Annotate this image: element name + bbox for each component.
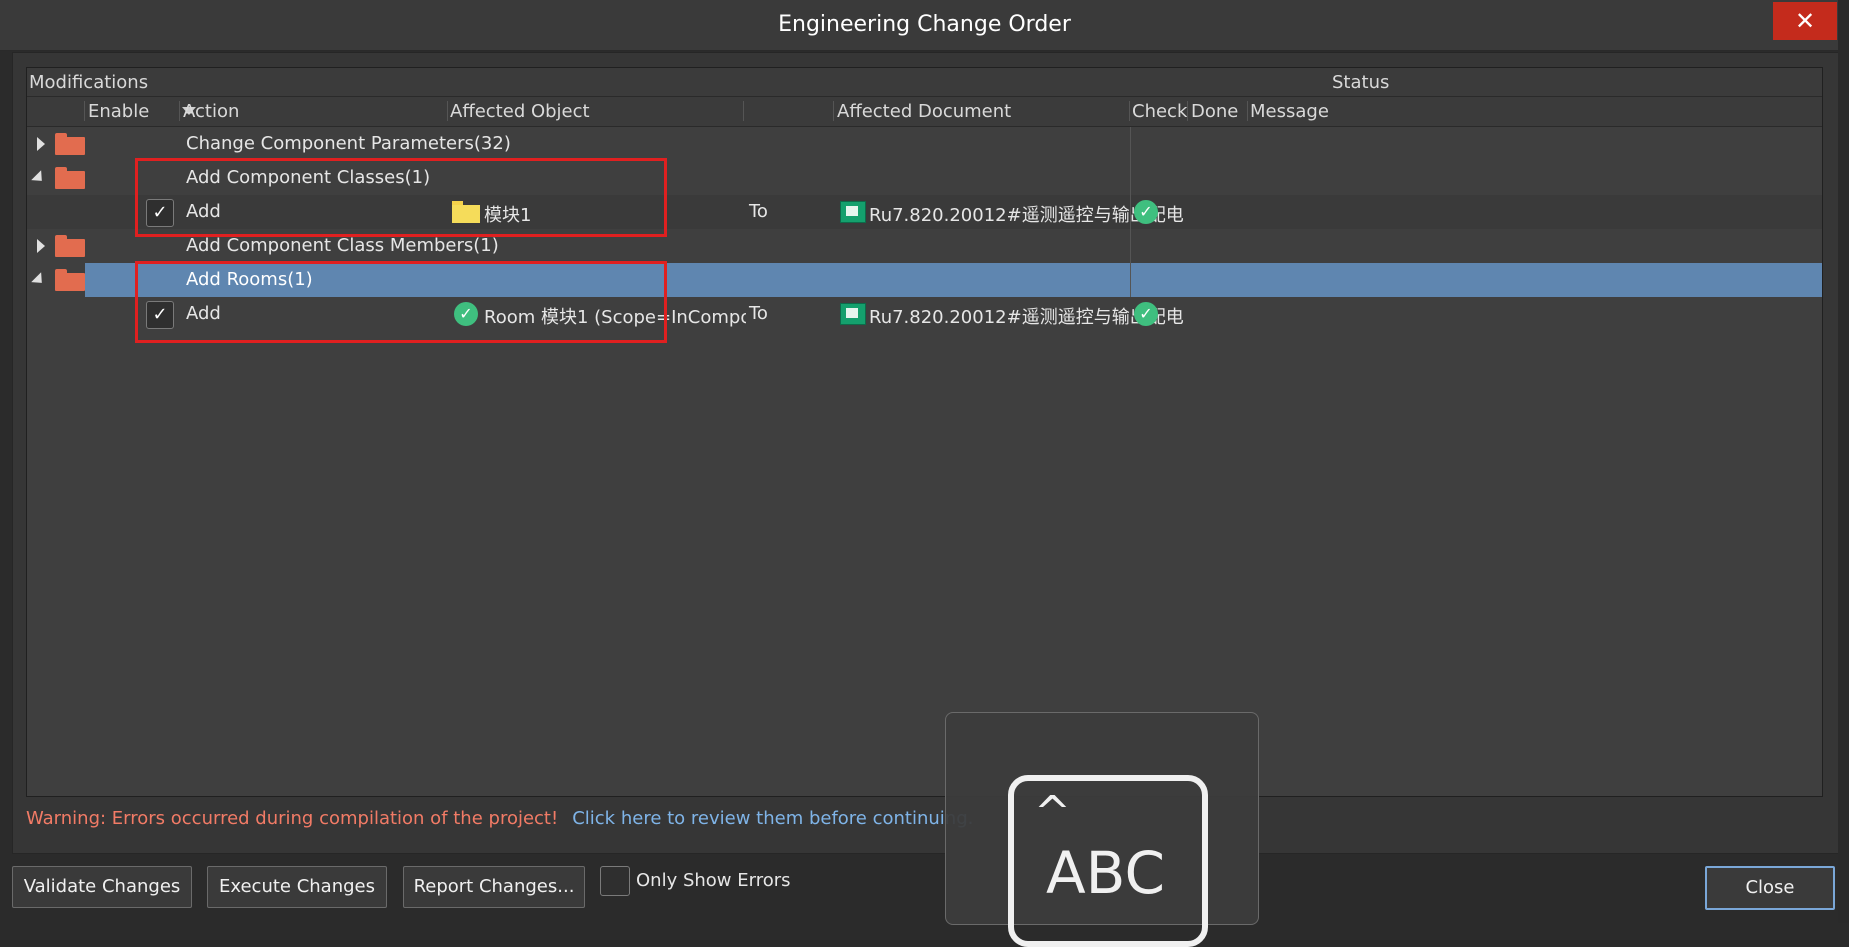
abc-text: ABC (1046, 839, 1165, 907)
status-divider (1130, 127, 1131, 297)
right-edge-strip (1838, 0, 1849, 923)
collapse-arrow-icon[interactable] (31, 170, 47, 186)
warning-text: Warning: Errors occurred during compilat… (26, 808, 559, 829)
column-header-row: Enable Action Affected Object Affected D… (27, 97, 1822, 127)
to-cell: To (749, 201, 768, 222)
highlight-box-rooms (135, 261, 667, 343)
column-action[interactable]: Action (183, 101, 239, 122)
collapse-arrow-icon[interactable] (31, 272, 47, 288)
expand-arrow-icon[interactable] (37, 239, 45, 253)
column-done[interactable]: Done (1191, 101, 1238, 122)
group-label: Add Component Class Members(1) (186, 235, 499, 256)
close-button[interactable]: Close (1705, 866, 1835, 910)
window-title: Engineering Change Order (778, 12, 1071, 37)
close-window-icon[interactable]: ✕ (1773, 2, 1837, 40)
warning-line: Warning: Errors occurred during compilat… (26, 808, 973, 829)
column-message[interactable]: Message (1250, 101, 1329, 122)
only-show-errors-label: Only Show Errors (636, 870, 791, 891)
column-check[interactable]: Check (1132, 101, 1187, 122)
folder-icon (55, 133, 85, 155)
only-show-errors-checkbox[interactable] (600, 866, 630, 896)
caret-glyph: ^ (1034, 787, 1071, 838)
review-errors-link[interactable]: Click here to review them before continu… (572, 808, 973, 829)
highlight-box-component-classes (135, 158, 667, 237)
column-enable[interactable]: Enable (88, 101, 149, 122)
group-row-change-parameters[interactable]: Change Component Parameters(32) (27, 127, 1822, 161)
column-affected-document[interactable]: Affected Document (837, 101, 1011, 122)
title-bar: Engineering Change Order ✕ (0, 0, 1849, 51)
group-label: Change Component Parameters(32) (186, 133, 511, 154)
modifications-group-header: Modifications (29, 72, 149, 93)
validate-changes-button[interactable]: Validate Changes (12, 866, 192, 908)
ime-overlay: ^ ABC (945, 712, 1259, 947)
status-group-header: Status (1332, 72, 1390, 93)
pcb-document-icon (840, 201, 866, 223)
keyboard-abc-icon: ^ ABC (1008, 775, 1208, 947)
group-header-row: Modifications Status (27, 68, 1822, 97)
folder-icon (55, 235, 85, 257)
to-cell: To (749, 303, 768, 324)
check-ok-icon: ✓ (1134, 200, 1158, 224)
folder-icon (55, 269, 85, 291)
column-affected-object[interactable]: Affected Object (450, 101, 590, 122)
folder-icon (55, 167, 85, 189)
report-changes-button[interactable]: Report Changes... (403, 866, 585, 908)
check-ok-icon: ✓ (1134, 302, 1158, 326)
expand-arrow-icon[interactable] (37, 137, 45, 151)
pcb-document-icon (840, 303, 866, 325)
execute-changes-button[interactable]: Execute Changes (207, 866, 387, 908)
